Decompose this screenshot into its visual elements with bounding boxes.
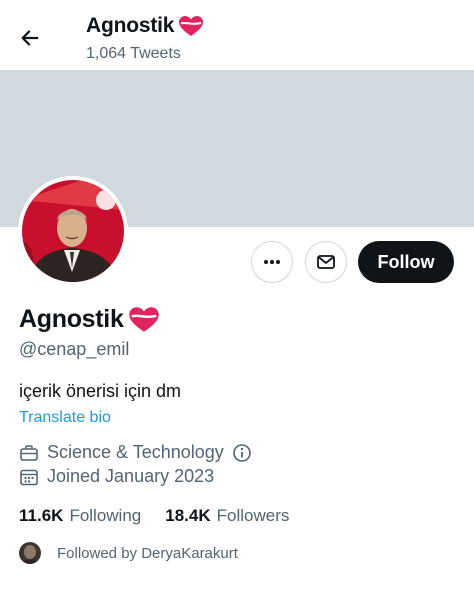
- follow-button[interactable]: Follow: [358, 241, 454, 283]
- followed-by-label: Followed by DeryaKarakurt: [57, 544, 238, 562]
- profile-bio: içerik önerisi için dm: [19, 381, 182, 401]
- more-button[interactable]: [251, 241, 293, 283]
- calendar-icon: [19, 467, 39, 487]
- heart-flag-icon: [128, 307, 159, 332]
- joined-label: Joined January 2023: [47, 466, 215, 486]
- followers-link[interactable]: 18.4K Followers: [165, 506, 289, 526]
- category-label: Science & Technology: [47, 442, 224, 462]
- arrow-left-icon: [21, 30, 39, 46]
- follower-avatar: [19, 542, 41, 564]
- followers-count: 18.4K: [165, 506, 211, 525]
- message-button[interactable]: [305, 241, 347, 283]
- joined-row: Joined January 2023: [19, 466, 214, 487]
- following-count: 11.6K: [19, 506, 64, 525]
- briefcase-icon: [19, 443, 39, 463]
- tweet-count: 1,064 Tweets: [86, 45, 181, 62]
- back-button[interactable]: [14, 22, 46, 54]
- header-title: Agnostik: [86, 14, 204, 38]
- envelope-icon: [317, 255, 335, 269]
- more-icon: [264, 260, 280, 264]
- followers-label: Followers: [216, 506, 290, 525]
- header-name: Agnostik: [86, 14, 175, 37]
- profile-name-text: Agnostik: [19, 305, 124, 333]
- info-icon[interactable]: [232, 443, 252, 463]
- translate-bio-link[interactable]: Translate bio: [19, 409, 111, 427]
- follow-stats: 11.6K Following 18.4K Followers: [19, 506, 289, 526]
- followed-by[interactable]: Followed by DeryaKarakurt: [19, 542, 238, 564]
- profile-handle: @cenap_emil: [19, 339, 130, 359]
- top-bar: Agnostik 1,064 Tweets: [0, 0, 474, 70]
- avatar-image: [22, 180, 124, 282]
- heart-flag-icon: [179, 16, 204, 36]
- following-link[interactable]: 11.6K Following: [19, 506, 141, 526]
- category-row: Science & Technology: [19, 442, 252, 463]
- profile-avatar[interactable]: [18, 176, 128, 286]
- profile-name: Agnostik: [19, 305, 160, 334]
- following-label: Following: [69, 506, 142, 525]
